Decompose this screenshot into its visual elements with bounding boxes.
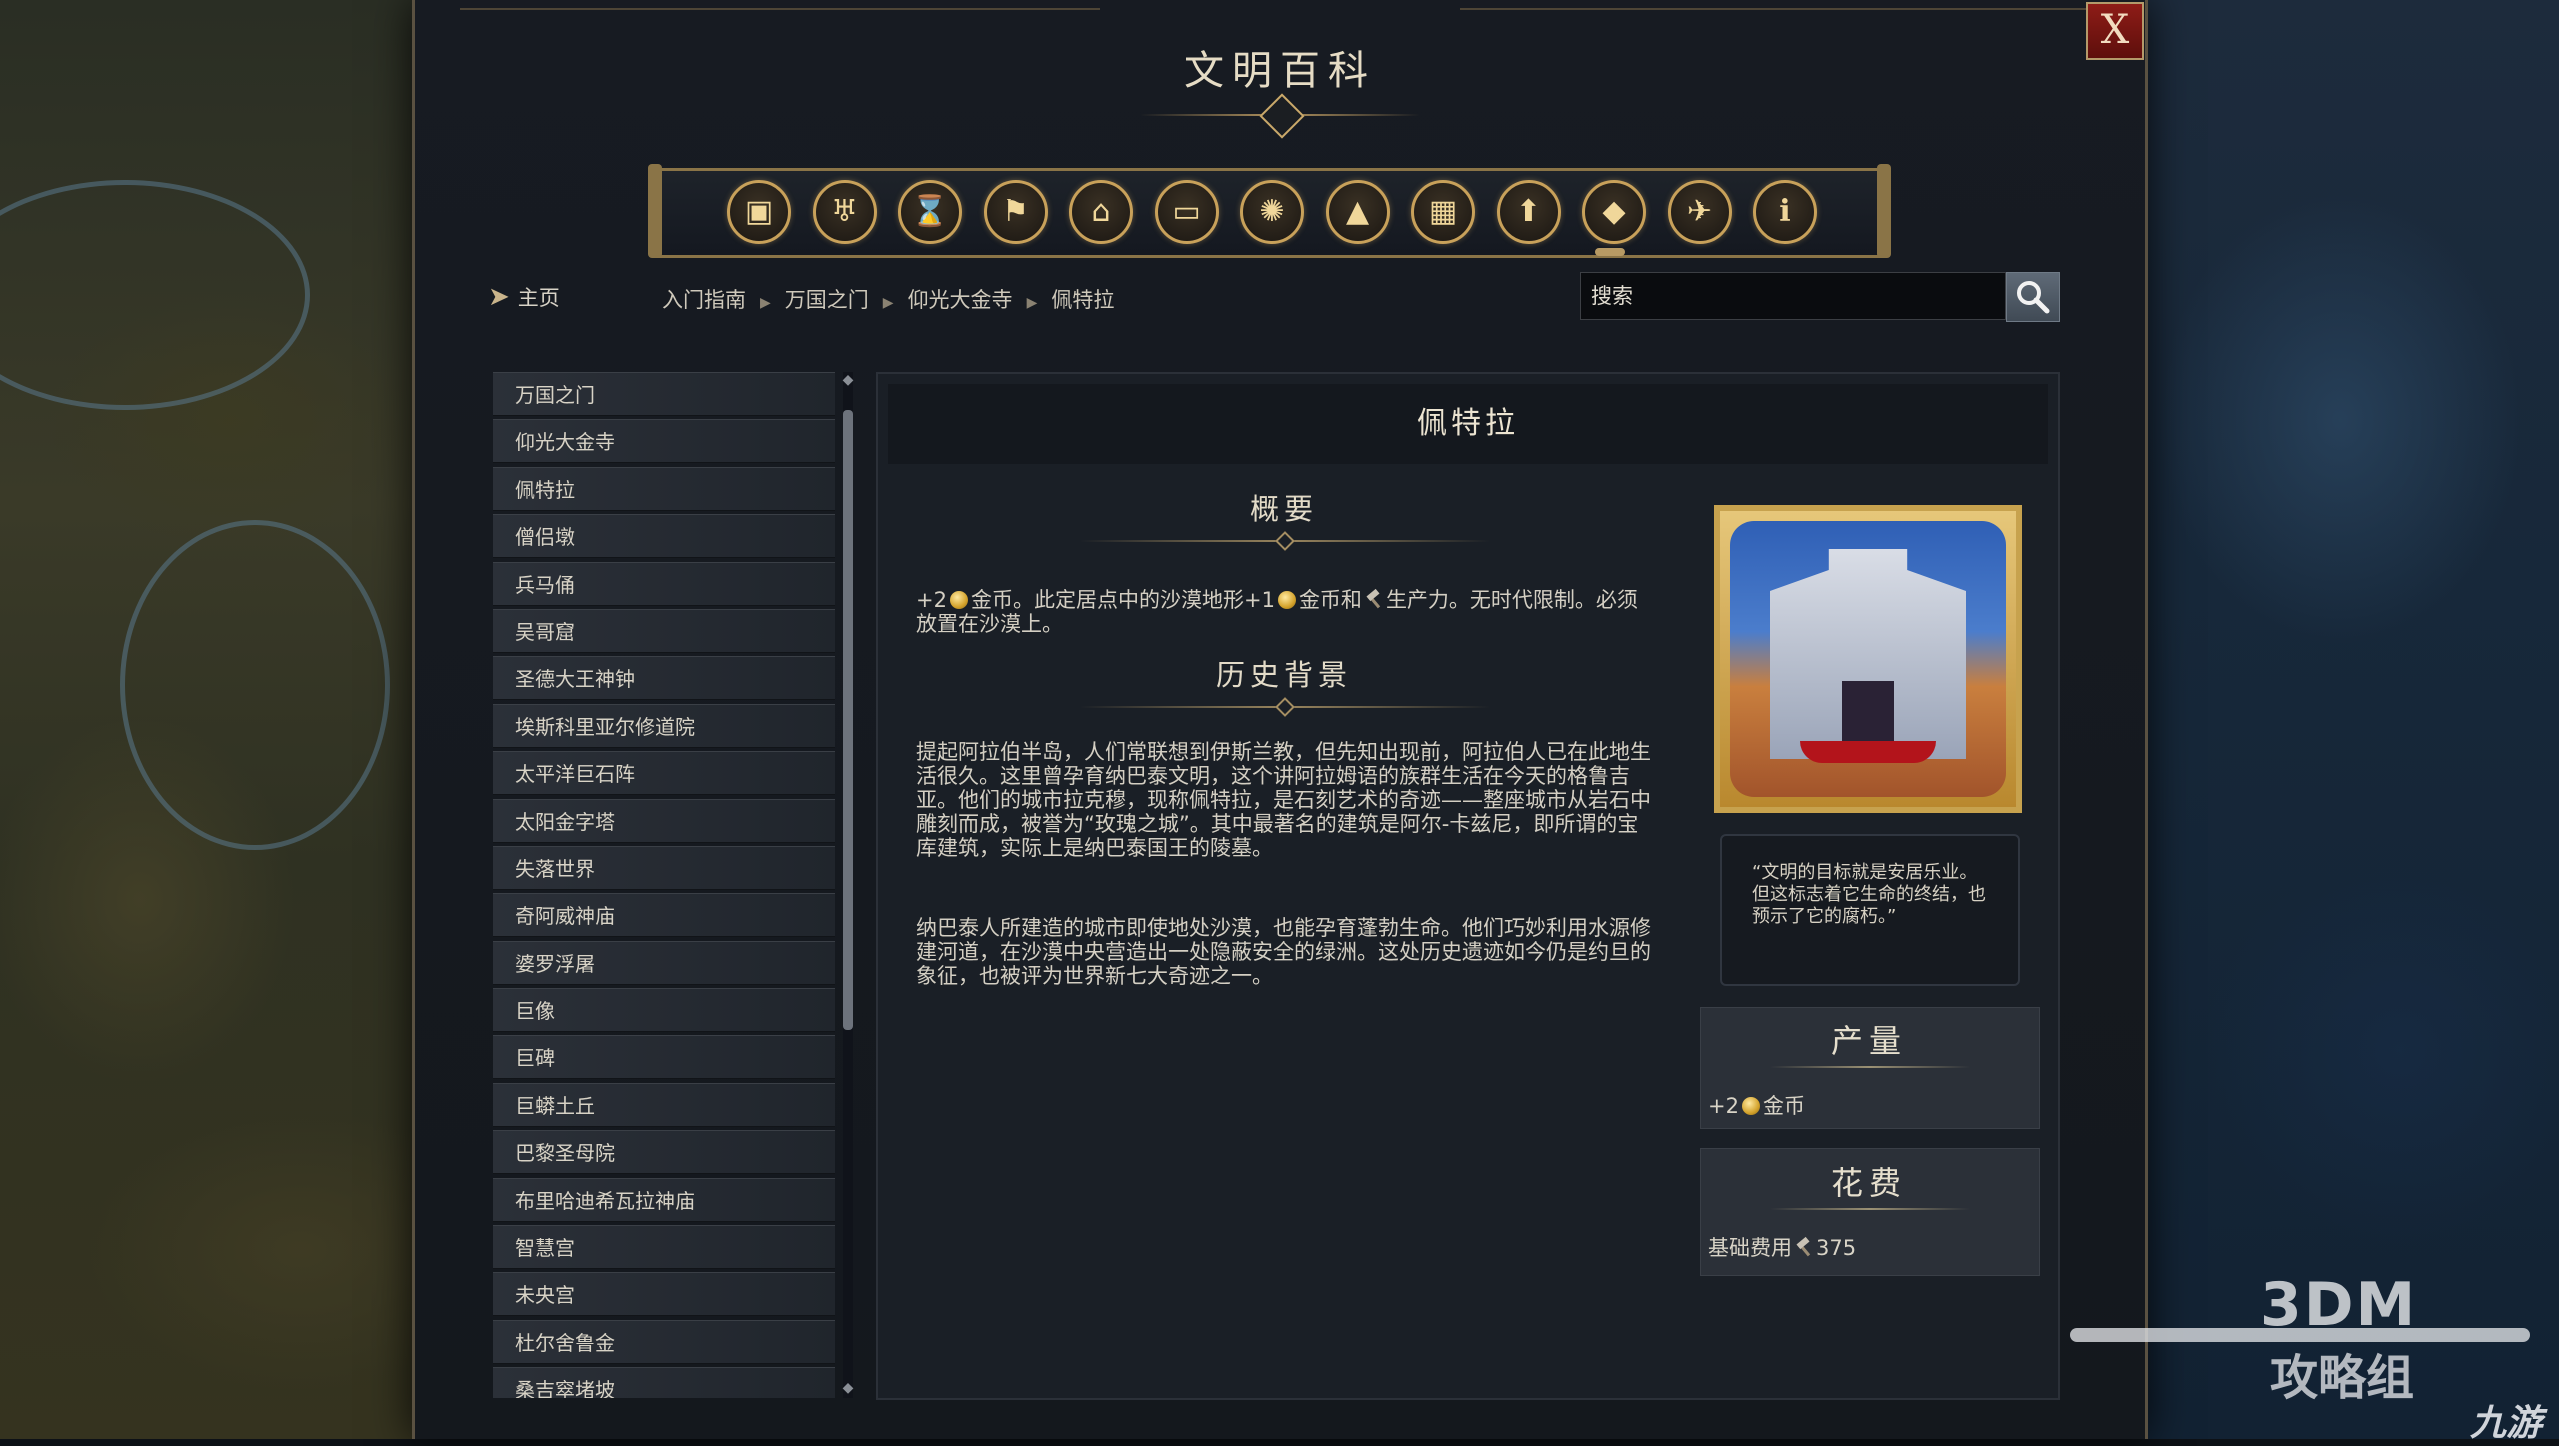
- hourglass-icon[interactable]: ⌛: [898, 180, 962, 244]
- atom-icon[interactable]: ✺: [1240, 180, 1304, 244]
- cost-divider: [1770, 1208, 1970, 1210]
- upgrade-arrow-icon[interactable]: ⬆: [1496, 180, 1561, 244]
- list-item[interactable]: 吴哥窟: [493, 608, 835, 653]
- list-item[interactable]: 婆罗浮屠: [493, 940, 835, 985]
- wonder-list: 万国之门 仰光大金寺 佩特拉 僧侣墩 兵马俑 吴哥窟 圣德大王神钟 埃斯科里亚尔修道院 太平洋巨…: [493, 372, 835, 1398]
- list-item[interactable]: 未央宫: [493, 1272, 835, 1317]
- list-item[interactable]: 万国之门: [493, 372, 835, 416]
- overview-text: +2 金币。此定居点中的沙漠地形+1 金币和 生产力。无时代限制。必须放置在沙漠上。: [916, 588, 1656, 636]
- cost-row: 基础费用 375: [1708, 1232, 1856, 1262]
- list-item[interactable]: 太阳金字塔: [493, 798, 835, 843]
- wonder-portrait: [1714, 505, 2022, 813]
- breadcrumb-item-current[interactable]: 佩特拉: [1051, 288, 1114, 312]
- window-title: 文明百科: [1184, 48, 1376, 94]
- temple-red-cloth: [1800, 741, 1936, 763]
- history-paragraph-2: 纳巴泰人所建造的城市即使地处沙漠，也能孕育蓬勃生命。他们巧妙利用水源修建河道，在…: [916, 916, 1651, 988]
- scroll-up-icon[interactable]: ◆: [840, 372, 856, 388]
- list-item[interactable]: 巨蟒土丘: [493, 1082, 835, 1127]
- yield-row: +2 金币: [1708, 1090, 1805, 1120]
- info-icon[interactable]: i: [1753, 180, 1817, 244]
- list-item[interactable]: 圣德大王神钟: [493, 656, 835, 701]
- list-item[interactable]: 埃斯科里亚尔修道院: [493, 703, 835, 748]
- portrait-art: [1730, 521, 2006, 797]
- overview-title: 概要: [1249, 492, 1318, 526]
- yield-label: 金币: [1762, 1094, 1805, 1118]
- search-input[interactable]: [1580, 272, 2006, 320]
- home-link[interactable]: ➤ 主页: [488, 282, 560, 312]
- list-item[interactable]: 巨碑: [493, 1035, 835, 1080]
- breadcrumb: 入门指南 ▶ 万国之门 ▶ 仰光大金寺 ▶ 佩特拉: [662, 284, 1114, 314]
- breadcrumb-item[interactable]: 入门指南: [662, 288, 746, 312]
- overview-part2: 金币和: [1298, 588, 1362, 612]
- close-button[interactable]: X: [2086, 2, 2144, 60]
- list-scrollbar-thumb[interactable]: [843, 410, 853, 1030]
- yield-title: 产量: [1830, 1022, 1907, 1060]
- district-icon[interactable]: ▦: [1411, 180, 1475, 244]
- breadcrumb-separator-icon: ▶: [1026, 295, 1038, 311]
- flag-icon[interactable]: ⚑: [983, 180, 1048, 244]
- production-hammer-icon: [1795, 1239, 1813, 1257]
- breadcrumb-item[interactable]: 万国之门: [785, 288, 869, 312]
- goblet-icon[interactable]: ♅: [812, 180, 877, 244]
- list-item[interactable]: 奇阿威神庙: [493, 893, 835, 938]
- active-category-indicator: [1595, 248, 1625, 256]
- building-icon[interactable]: ⌂: [1069, 180, 1133, 244]
- history-title: 历史背景: [1215, 658, 1352, 692]
- yield-amount: +2: [1708, 1094, 1739, 1118]
- frame-top-border: [460, 8, 1100, 10]
- list-item[interactable]: 仰光大金寺: [493, 419, 835, 464]
- overview-part1: 金币。此定居点中的沙漠地形+1: [970, 588, 1275, 612]
- dove-icon[interactable]: ✈: [1667, 180, 1732, 244]
- yield-divider: [1770, 1066, 1970, 1068]
- breadcrumb-item[interactable]: 仰光大金寺: [908, 288, 1013, 312]
- list-item[interactable]: 布里哈迪希瓦拉神庙: [493, 1177, 835, 1222]
- search-icon: [2017, 281, 2050, 314]
- list-item[interactable]: 僧侣墩: [493, 514, 835, 559]
- list-item[interactable]: 巨像: [493, 988, 835, 1033]
- article-title: 佩特拉: [888, 384, 2048, 464]
- search-button[interactable]: [2006, 272, 2060, 322]
- gold-coin-icon: [1741, 1097, 1760, 1115]
- frame-top-border: [1460, 8, 2100, 10]
- wonder-pyramid-icon[interactable]: ◆: [1582, 180, 1646, 244]
- list-item[interactable]: 佩特拉: [493, 466, 835, 511]
- history-paragraph-1: 提起阿拉伯半岛，人们常联想到伊斯兰教，但先知出现前，阿拉伯人已在此地生活很久。这…: [916, 740, 1651, 860]
- book-icon[interactable]: ▭: [1154, 180, 1219, 244]
- gold-coin-icon: [949, 591, 968, 609]
- list-item[interactable]: 巴黎圣母院: [493, 1130, 835, 1175]
- list-item[interactable]: 桑吉窣堵坡: [493, 1367, 835, 1398]
- list-item[interactable]: 兵马俑: [493, 561, 835, 606]
- breadcrumb-separator-icon: ▶: [882, 295, 894, 311]
- package-icon[interactable]: ▣: [727, 180, 791, 244]
- overview-prefix: +2: [916, 588, 947, 612]
- map-river: [120, 520, 390, 850]
- category-bar-end: [1877, 164, 1891, 258]
- scroll-down-icon[interactable]: ◆: [840, 1380, 856, 1396]
- list-item[interactable]: 太平洋巨石阵: [493, 751, 835, 796]
- watermark-sub: 攻略组: [2270, 1350, 2415, 1406]
- production-hammer-icon: [1365, 591, 1383, 609]
- list-item[interactable]: 杜尔舍鲁金: [493, 1319, 835, 1364]
- back-arrow-icon: ➤: [488, 282, 510, 312]
- cost-title: 花费: [1830, 1164, 1907, 1202]
- list-item[interactable]: 失落世界: [493, 845, 835, 890]
- cost-label: 基础费用: [1708, 1236, 1792, 1260]
- breadcrumb-separator-icon: ▶: [760, 295, 771, 311]
- watermark-brand: 3DM: [2260, 1270, 2418, 1340]
- watermark-corner-logo: 九游: [2470, 1403, 2543, 1444]
- terrain-icon[interactable]: ▲: [1325, 180, 1390, 244]
- home-label: 主页: [517, 286, 560, 310]
- quote-text: “文明的目标就是安居乐业。但这标志着它生命的终结，也预示了它的腐朽。”: [1752, 862, 1986, 927]
- list-item[interactable]: 智慧宫: [493, 1225, 835, 1270]
- category-bar-end: [648, 164, 662, 258]
- background-map-right: [2140, 0, 2559, 1439]
- cost-amount: 375: [1816, 1236, 1857, 1260]
- gold-coin-icon: [1277, 591, 1296, 609]
